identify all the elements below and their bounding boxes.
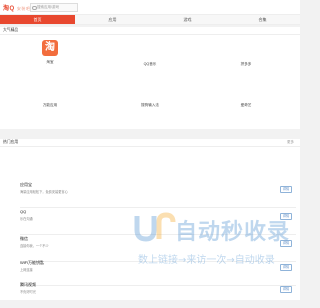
app-wanneng[interactable]: 万能应用 (20, 103, 80, 108)
list-item-title: 微信 (20, 236, 28, 241)
watermark-title: 自动秒收录 (175, 220, 291, 245)
top-header: 淘Q 安装吧 搜索应用/游戏 (0, 0, 300, 14)
hot-apps-title: 大气精品 (3, 28, 19, 32)
search-icon (32, 5, 37, 10)
divider (0, 34, 300, 35)
list-item-desc: 连接你我，一个不少 (20, 244, 49, 248)
app-label: QQ音乐 (143, 62, 157, 66)
app-label: 搜狗输入法 (141, 103, 159, 107)
list-item-title: WiFi万能钥匙 (20, 260, 44, 265)
search-input[interactable]: 搜索应用/游戏 (30, 3, 78, 12)
tab-collections[interactable]: 合集 (225, 15, 300, 24)
popular-title: 热门应用 (3, 140, 19, 144)
app-label: 万能应用 (42, 103, 58, 107)
list-item-desc: 乐在沟通 (20, 217, 33, 221)
details-button[interactable]: 详情 (280, 286, 292, 293)
details-button[interactable]: 详情 (280, 186, 292, 193)
watermark-logo-icon (134, 212, 176, 242)
tab-apps[interactable]: 应用 (75, 15, 150, 24)
list-item[interactable]: 应用宝 海量应用轻松下，免费安装更省心 详情 (0, 181, 300, 208)
app-iqiyi[interactable]: 爱奇艺 (216, 103, 276, 108)
logo-sub-text: 安装吧 (16, 6, 31, 11)
logo-main-text: 淘Q (3, 6, 15, 12)
app-taobao[interactable]: 淘 淘宝 (20, 40, 80, 65)
tab-home[interactable]: 首页 (0, 15, 75, 24)
list-item-title: QQ (20, 209, 27, 214)
list-item-desc: 上网连接 (20, 268, 33, 272)
divider (0, 146, 300, 147)
watermark-subtitle: 数上链接→来访一次→自动收录 (138, 255, 275, 266)
tab-games[interactable]: 游戏 (150, 15, 225, 24)
main-nav: 首页 应用 游戏 合集 (0, 14, 300, 25)
list-item-desc: 海量应用轻松下，免费安装更省心 (20, 190, 68, 194)
more-link[interactable]: 更多 (287, 140, 294, 145)
taobao-icon: 淘 (42, 40, 58, 56)
search-placeholder: 搜索应用/游戏 (37, 5, 59, 9)
app-qq-music[interactable]: QQ音乐 (120, 62, 180, 67)
hot-apps-panel: 大气精品 淘 淘宝 QQ音乐 拼多多 万能应用 搜狗输入法 爱奇艺 (0, 27, 300, 129)
app-sogou-input[interactable]: 搜狗输入法 (120, 103, 180, 108)
list-item[interactable]: 腾讯视频 不负好时光 详情 (0, 281, 300, 308)
app-label: 拼多多 (240, 62, 252, 66)
list-item-desc: 不负好时光 (20, 290, 36, 294)
watermark: 自动秒收录 数上链接→来访一次→自动收录 (133, 212, 289, 274)
site-logo[interactable]: 淘Q 安装吧 (3, 3, 30, 12)
app-label: 淘宝 (46, 60, 54, 64)
app-label: 爱奇艺 (240, 103, 252, 107)
list-item-title: 应用宝 (20, 182, 32, 187)
app-pinduoduo[interactable]: 拼多多 (216, 62, 276, 67)
list-item-title: 腾讯视频 (20, 282, 36, 287)
